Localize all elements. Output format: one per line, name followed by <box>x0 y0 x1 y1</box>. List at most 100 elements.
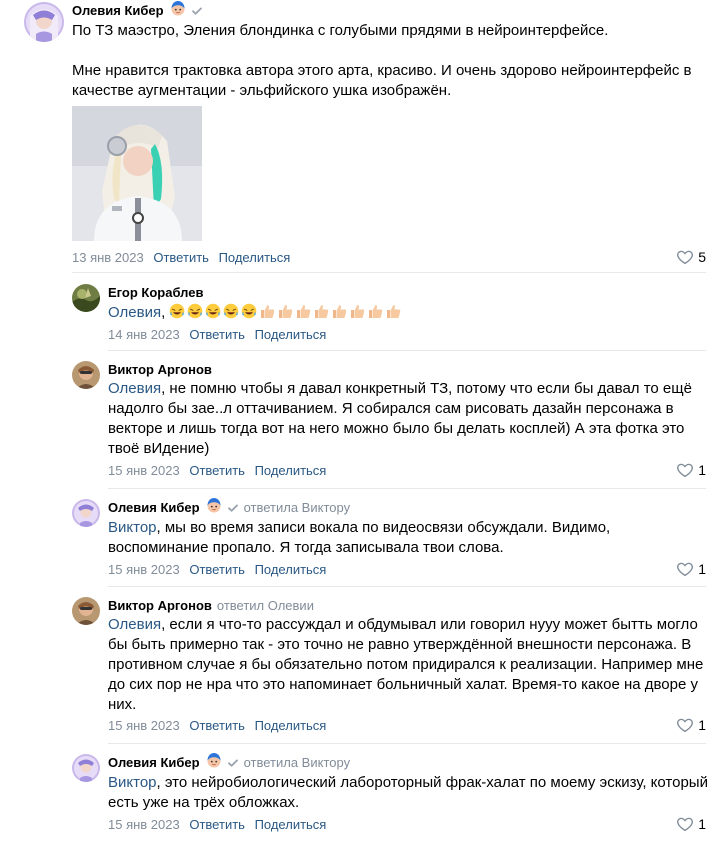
check-icon <box>227 502 239 514</box>
date[interactable]: 15 янв 2023 <box>108 562 180 577</box>
share-button[interactable]: Поделиться <box>255 327 327 342</box>
like-count: 1 <box>698 561 706 577</box>
avatar[interactable] <box>72 754 100 782</box>
comment-text: Олевия, <box>108 303 403 323</box>
reply-target[interactable]: ответил Олевии <box>217 598 314 614</box>
emoji-row <box>169 304 403 321</box>
comment-meta: 14 янв 2023 Ответить Поделиться <box>108 327 326 343</box>
date[interactable]: 13 янв 2023 <box>72 250 144 265</box>
reply-button[interactable]: Ответить <box>189 327 245 342</box>
date[interactable]: 15 янв 2023 <box>108 817 180 832</box>
rofl-emoji-icon <box>205 303 221 319</box>
like-button[interactable]: 1 <box>676 716 706 734</box>
author-name[interactable]: Виктор Аргонов <box>108 598 212 614</box>
text-line: них. <box>108 696 137 713</box>
date[interactable]: 14 янв 2023 <box>108 327 180 342</box>
reply-target[interactable]: ответила Виктору <box>244 755 351 771</box>
author-name[interactable]: Виктор Аргонов <box>108 362 212 378</box>
check-icon <box>191 5 203 17</box>
thumbs-up-emoji-icon <box>349 303 365 319</box>
divider <box>108 586 706 587</box>
like-button[interactable]: 1 <box>676 461 706 479</box>
heart-icon <box>676 248 694 266</box>
divider <box>108 350 706 351</box>
thumbs-up-emoji-icon <box>367 303 383 319</box>
author-name[interactable]: Олевия Кибер <box>108 500 200 516</box>
mention-link[interactable]: Олевия <box>108 616 161 633</box>
like-button[interactable]: 5 <box>676 248 706 266</box>
attached-photo[interactable] <box>72 106 202 241</box>
heart-icon <box>676 461 694 479</box>
author-line: Олевия Кибер <box>72 3 203 19</box>
like-button[interactable]: 1 <box>676 560 706 578</box>
text-line: есть уже на трёх обложках. <box>108 794 300 811</box>
reply-target[interactable]: ответила Виктору <box>244 500 351 516</box>
like-count: 1 <box>698 816 706 832</box>
author-line: Виктор Аргонов ответил Олевии <box>108 598 314 614</box>
like-count: 1 <box>698 462 706 478</box>
reply-button[interactable]: Ответить <box>153 250 209 265</box>
share-button[interactable]: Поделиться <box>219 250 291 265</box>
mention-link[interactable]: Виктор <box>108 519 157 536</box>
comment-meta: 15 янв 2023 Ответить Поделиться <box>108 817 326 833</box>
share-button[interactable]: Поделиться <box>255 718 327 733</box>
comment-meta: 15 янв 2023 Ответить Поделиться <box>108 463 326 479</box>
share-button[interactable]: Поделиться <box>255 463 327 478</box>
text-line: векторе и лишь тогда вот на него можно б… <box>108 420 685 437</box>
avatar[interactable] <box>72 361 100 389</box>
share-button[interactable]: Поделиться <box>255 817 327 832</box>
character-emoji-icon <box>170 0 186 16</box>
thumbs-up-emoji-icon <box>259 303 275 319</box>
text-line: качестве аугментации - эльфийского ушка … <box>72 82 452 99</box>
character-emoji-icon <box>206 497 222 513</box>
rofl-emoji-icon <box>241 303 257 319</box>
text-line: , если я что-то рассуждал и обдумывал ил… <box>161 616 698 633</box>
rofl-emoji-icon <box>223 303 239 319</box>
character-emoji-icon <box>206 752 222 768</box>
thumbs-up-emoji-icon <box>331 303 347 319</box>
author-line: Егор Кораблев <box>108 285 203 301</box>
avatar[interactable] <box>24 2 64 42</box>
author-name[interactable]: Олевия Кибер <box>72 3 164 19</box>
like-button[interactable]: 1 <box>676 815 706 833</box>
mention-link[interactable]: Виктор <box>108 774 157 791</box>
comment-text: Виктор, мы во время записи вокала по вид… <box>108 518 708 558</box>
author-name[interactable]: Егор Кораблев <box>108 285 203 301</box>
avatar[interactable] <box>72 597 100 625</box>
heart-icon <box>676 815 694 833</box>
reply-button[interactable]: Ответить <box>189 817 245 832</box>
heart-icon <box>676 560 694 578</box>
reply-button[interactable]: Ответить <box>189 718 245 733</box>
thumbs-up-emoji-icon <box>277 303 293 319</box>
text-line: , не помню чтобы я давал конкретный ТЗ, … <box>161 380 692 397</box>
text-line: до сих пор не нра что это напоминает бол… <box>108 676 698 693</box>
mention-link[interactable]: Олевия <box>108 304 161 321</box>
date[interactable]: 15 янв 2023 <box>108 718 180 733</box>
comment-text: Олевия, не помню чтобы я давал конкретны… <box>108 379 708 459</box>
thumbs-up-emoji-icon <box>295 303 311 319</box>
comment-meta: 13 янв 2023 Ответить Поделиться <box>72 250 290 266</box>
text-line: По ТЗ маэстро, Эления блондинка с голубы… <box>72 22 609 39</box>
text-line: твоё вИдение) <box>108 440 210 457</box>
text-line: Мне нравится трактовка автора этого арта… <box>72 62 692 79</box>
text-line: надолго бы зае..л оттачиванием. Я собира… <box>108 400 674 417</box>
author-name[interactable]: Олевия Кибер <box>108 755 200 771</box>
reply-button[interactable]: Ответить <box>189 463 245 478</box>
thumbs-up-emoji-icon <box>313 303 329 319</box>
share-button[interactable]: Поделиться <box>255 562 327 577</box>
thumbs-up-emoji-icon <box>385 303 401 319</box>
comment-text: Виктор, это нейробиологический лаборотор… <box>108 773 708 813</box>
comment-text: Олевия, если я что-то рассуждал и обдумы… <box>108 615 708 715</box>
date[interactable]: 15 янв 2023 <box>108 463 180 478</box>
avatar[interactable] <box>72 284 100 312</box>
like-count: 1 <box>698 717 706 733</box>
like-count: 5 <box>698 249 706 265</box>
divider <box>108 743 706 744</box>
rofl-emoji-icon <box>169 303 185 319</box>
mention-link[interactable]: Олевия <box>108 380 161 397</box>
text-line: , мы во время записи вокала по видеосвяз… <box>156 519 611 536</box>
avatar[interactable] <box>72 499 100 527</box>
text-line: воспоминание пропало. Я тогда записывала… <box>108 539 504 556</box>
reply-button[interactable]: Ответить <box>189 562 245 577</box>
